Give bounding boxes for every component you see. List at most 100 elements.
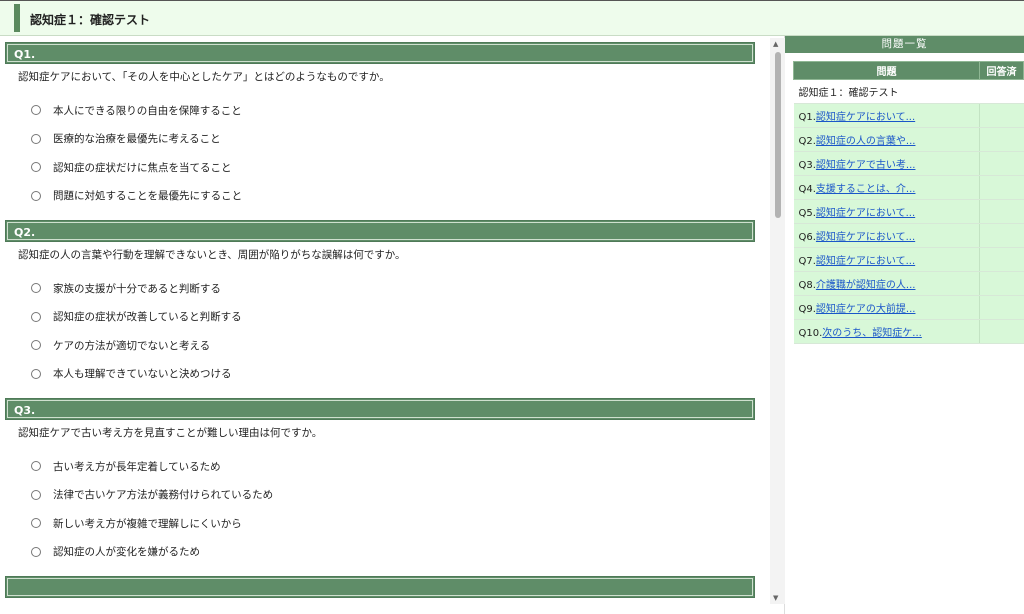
vertical-scrollbar[interactable]: ▲ ▼ (770, 38, 785, 604)
answered-cell (979, 127, 1024, 152)
question-text: 認知症ケアで古い考え方を見直すことが難しい理由は何ですか。 (18, 427, 323, 439)
question-link[interactable]: 認知症ケアで古い考... (816, 160, 916, 171)
option-label: 問題に対処することを最優先にすること (53, 190, 243, 203)
scroll-thumb[interactable] (775, 52, 781, 218)
answer-option[interactable]: 家族の支援が十分であると判断する (5, 274, 755, 303)
answered-cell (979, 175, 1024, 200)
question-number: Q4. (798, 184, 816, 195)
scroll-up-icon[interactable]: ▲ (773, 40, 778, 48)
option-label: ケアの方法が適切でないと考える (53, 339, 211, 352)
question-list-panel: 問題一覧 問題 回答済 認知症１：確認テスト Q1.認知症ケアにおいて... Q2… (785, 36, 1024, 614)
option-label: 本人も理解できていないと決めつける (53, 368, 232, 381)
radio-button[interactable] (31, 190, 41, 201)
option-label: 古い考え方が長年定着しているため (53, 460, 221, 473)
radio-button[interactable] (31, 162, 41, 173)
question-link[interactable]: 認知症ケアにおいて... (816, 232, 915, 243)
question-link[interactable]: 認知症ケアにおいて... (816, 208, 915, 219)
question-link[interactable]: 認知症ケアにおいて... (816, 256, 915, 267)
answered-cell (979, 223, 1024, 248)
test-name: 認知症１：確認テスト (793, 79, 1024, 104)
question-number: Q9. (798, 304, 816, 315)
question-cell: Q3.認知症ケアで古い考... (793, 151, 980, 176)
question-number: Q1. (798, 112, 816, 123)
question-text: 認知症の人の言葉や行動を理解できないとき、周囲が陥りがちな誤解は何ですか。 (18, 249, 406, 261)
question-cell: Q4.支援することは、介... (793, 175, 980, 200)
answer-option[interactable]: 本人にできる限りの自由を保障すること (5, 96, 755, 125)
option-label: 新しい考え方が複雑で理解しにくいから (53, 517, 242, 530)
table-row: Q7.認知症ケアにおいて... (793, 247, 1024, 272)
question-number: Q6. (798, 232, 816, 243)
top-bar: 認知症１：確認テスト (0, 0, 1024, 36)
answer-option[interactable]: 問題に対処することを最優先にすること (5, 182, 755, 211)
option-list: 家族の支援が十分であると判断する 認知症の症状が改善していると判断する ケアの方… (5, 268, 755, 388)
question-number: Q10. (798, 328, 823, 339)
answer-option[interactable]: 法律で古いケア方法が義務付けられているため (5, 481, 755, 510)
answer-option[interactable]: ケアの方法が適切でないと考える (5, 331, 755, 360)
question-cell: Q7.認知症ケアにおいて... (793, 247, 980, 272)
answer-option[interactable]: 本人も理解できていないと決めつける (5, 360, 755, 389)
question-link[interactable]: 認知症の人の言葉や... (816, 136, 916, 147)
question-link[interactable]: 次のうち、認知症ケ... (822, 328, 922, 339)
radio-button[interactable] (31, 546, 41, 557)
question-number: Q5. (798, 208, 816, 219)
radio-button[interactable] (31, 133, 41, 144)
column-header-question: 問題 (793, 61, 980, 80)
scroll-down-icon[interactable]: ▼ (773, 594, 778, 602)
question-cell: Q5.認知症ケアにおいて... (793, 199, 980, 224)
question-cell: Q1.認知症ケアにおいて... (793, 103, 980, 128)
option-label: 認知症の症状だけに焦点を当てること (53, 161, 232, 174)
radio-button[interactable] (31, 283, 41, 294)
answer-option[interactable]: 新しい考え方が複雑で理解しにくいから (5, 509, 755, 538)
answer-option[interactable]: 認知症の人が変化を嫌がるため (5, 538, 755, 567)
question-link[interactable]: 認知症ケアの大前提... (816, 304, 916, 315)
question-text: 認知症ケアにおいて、「その人を中心としたケア」とはどのようなものですか。 (18, 71, 390, 83)
answered-cell (979, 151, 1024, 176)
radio-button[interactable] (31, 489, 41, 500)
option-label: 医療的な治療を最優先に考えること (53, 133, 221, 146)
question-block: Q3. 認知症ケアで古い考え方を見直すことが難しい理由は何ですか。 古い考え方が… (5, 398, 755, 566)
answer-option[interactable]: 認知症の症状だけに焦点を当てること (5, 153, 755, 182)
title-accent-bar (14, 4, 20, 32)
radio-button[interactable] (31, 461, 41, 472)
table-row: Q9.認知症ケアの大前提... (793, 295, 1024, 320)
option-list: 本人にできる限りの自由を保障すること 医療的な治療を最優先に考えること 認知症の… (5, 90, 755, 210)
table-header-row: 問題 回答済 (793, 61, 1024, 80)
question-number: Q2. (798, 136, 816, 147)
question-header-partial (5, 576, 755, 598)
question-block: Q2. 認知症の人の言葉や行動を理解できないとき、周囲が陥りがちな誤解は何ですか… (5, 220, 755, 388)
table-row: Q4.支援することは、介... (793, 175, 1024, 200)
radio-button[interactable] (31, 311, 41, 322)
question-header: Q2. (5, 220, 755, 242)
radio-button[interactable] (31, 340, 41, 351)
option-label: 法律で古いケア方法が義務付けられているため (53, 489, 274, 502)
table-row: Q5.認知症ケアにおいて... (793, 199, 1024, 224)
table-row: Q2.認知症の人の言葉や... (793, 127, 1024, 152)
question-link[interactable]: 支援することは、介... (816, 184, 916, 195)
table-row: Q10.次のうち、認知症ケ... (793, 319, 1024, 344)
radio-button[interactable] (31, 105, 41, 116)
question-link[interactable]: 認知症ケアにおいて... (816, 112, 915, 123)
answer-option[interactable]: 医療的な治療を最優先に考えること (5, 125, 755, 154)
table-row: Q1.認知症ケアにおいて... (793, 103, 1024, 128)
question-cell: Q8.介護職が認知症の人... (793, 271, 980, 296)
option-list: 古い考え方が長年定着しているため 法律で古いケア方法が義務付けられているため 新… (5, 446, 755, 566)
table-row: Q8.介護職が認知症の人... (793, 271, 1024, 296)
panel-title: 問題一覧 (785, 36, 1024, 53)
answered-cell (979, 271, 1024, 296)
question-area: Q1. 認知症ケアにおいて、「その人を中心としたケア」とはどのようなものですか。… (0, 36, 785, 614)
answered-cell (979, 103, 1024, 128)
option-label: 認知症の症状が改善していると判断する (53, 311, 242, 324)
question-block: Q1. 認知症ケアにおいて、「その人を中心としたケア」とはどのようなものですか。… (5, 42, 755, 210)
radio-button[interactable] (31, 518, 41, 529)
question-link[interactable]: 介護職が認知症の人... (816, 280, 916, 291)
answered-cell (979, 247, 1024, 272)
radio-button[interactable] (31, 368, 41, 379)
question-list-table: 問題 回答済 認知症１：確認テスト Q1.認知症ケアにおいて... Q2.認知症の… (793, 61, 1024, 344)
answer-option[interactable]: 古い考え方が長年定着しているため (5, 452, 755, 481)
question-block (5, 576, 755, 598)
option-label: 認知症の人が変化を嫌がるため (53, 546, 200, 559)
answer-option[interactable]: 認知症の症状が改善していると判断する (5, 303, 755, 332)
option-label: 家族の支援が十分であると判断する (53, 282, 221, 295)
